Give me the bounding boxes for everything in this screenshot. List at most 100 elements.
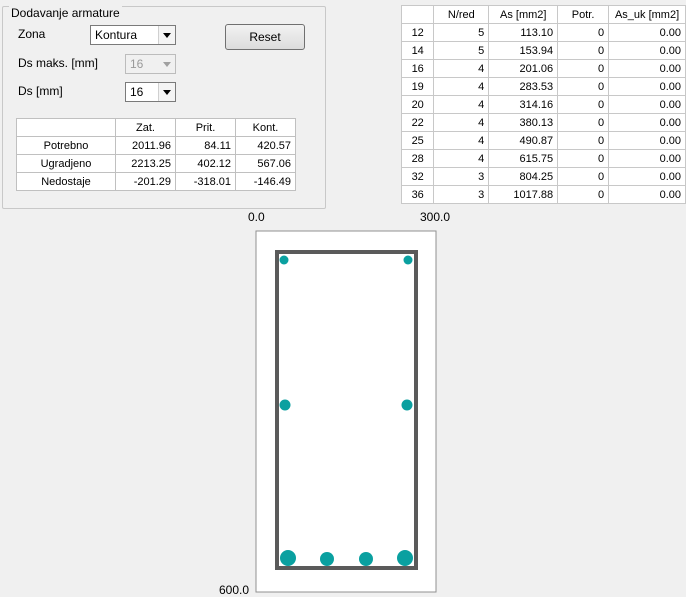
table-cell[interactable]: 84.11: [175, 136, 236, 155]
table-cell[interactable]: 4: [433, 59, 490, 78]
table-cell[interactable]: 490.87: [488, 131, 559, 150]
table-cell[interactable]: 0: [557, 167, 610, 186]
chevron-down-icon[interactable]: [158, 26, 175, 44]
table-cell[interactable]: 0: [557, 149, 610, 168]
bar-table: N/red As [mm2] Potr. As_uk [mm2] 12 5 113.…: [400, 5, 686, 204]
table-cell[interactable]: 402.12: [175, 154, 236, 173]
table-cell[interactable]: 380.13: [488, 113, 559, 132]
table-cell[interactable]: 0: [557, 113, 610, 132]
bar-header-potr: Potr.: [557, 5, 610, 24]
table-cell[interactable]: 4: [433, 113, 490, 132]
table-row[interactable]: 12 5 113.10 0 0.00: [400, 23, 686, 42]
table-cell[interactable]: 5: [433, 41, 490, 60]
table-row[interactable]: 28 4 615.75 0 0.00: [400, 149, 686, 168]
table-cell[interactable]: 0.00: [608, 167, 686, 186]
row-header: 32: [400, 167, 435, 186]
table-row[interactable]: Ugradjeno 2213.25 402.12 567.06: [16, 154, 296, 173]
row-header: 28: [400, 149, 435, 168]
table-cell[interactable]: 3: [433, 185, 490, 204]
rebar: [280, 550, 296, 566]
rebar: [403, 255, 413, 265]
concrete-section: [255, 230, 437, 593]
summary-header-zat: Zat.: [115, 118, 176, 137]
bar-header-as-uk: As_uk [mm2]: [608, 5, 686, 24]
table-cell[interactable]: 4: [433, 77, 490, 96]
table-cell[interactable]: 1017.88: [488, 185, 559, 204]
bar-header-row: N/red As [mm2] Potr. As_uk [mm2]: [400, 5, 686, 24]
table-cell[interactable]: -318.01: [175, 172, 236, 191]
table-cell[interactable]: 113.10: [488, 23, 559, 42]
zona-value: Kontura: [95, 28, 138, 42]
row-header: 25: [400, 131, 435, 150]
table-row[interactable]: 36 3 1017.88 0 0.00: [400, 185, 686, 204]
table-cell[interactable]: 0.00: [608, 23, 686, 42]
table-cell[interactable]: 0.00: [608, 131, 686, 150]
chevron-down-icon[interactable]: [158, 83, 175, 101]
table-cell[interactable]: 0.00: [608, 185, 686, 204]
row-header: Nedostaje: [16, 172, 116, 191]
table-cell[interactable]: 201.06: [488, 59, 559, 78]
table-cell[interactable]: 153.94: [488, 41, 559, 60]
table-cell[interactable]: 3: [433, 167, 490, 186]
table-row[interactable]: 19 4 283.53 0 0.00: [400, 77, 686, 96]
summary-header-prit: Prit.: [175, 118, 236, 137]
rebar: [279, 255, 289, 265]
table-row[interactable]: Nedostaje -201.29 -318.01 -146.49: [16, 172, 296, 191]
table-cell[interactable]: 0: [557, 23, 610, 42]
table-cell[interactable]: -201.29: [115, 172, 176, 191]
table-cell[interactable]: 0: [557, 95, 610, 114]
table-cell[interactable]: 2011.96: [115, 136, 176, 155]
table-cell[interactable]: 0.00: [608, 95, 686, 114]
rebar: [401, 399, 413, 411]
table-cell[interactable]: 0: [557, 131, 610, 150]
table-cell[interactable]: 0: [557, 185, 610, 204]
table-cell[interactable]: 0.00: [608, 41, 686, 60]
ds-value: 16: [130, 85, 144, 99]
table-row[interactable]: Potrebno 2011.96 84.11 420.57: [16, 136, 296, 155]
cross-section-drawing: [255, 230, 437, 593]
ds-label: Ds [mm]: [18, 84, 63, 98]
bar-header-corner: [400, 5, 435, 24]
table-cell[interactable]: 0.00: [608, 113, 686, 132]
table-cell[interactable]: 0.00: [608, 77, 686, 96]
row-header: 22: [400, 113, 435, 132]
row-header: 20: [400, 95, 435, 114]
table-cell[interactable]: 2213.25: [115, 154, 176, 173]
x-max-label: 300.0: [420, 210, 451, 224]
reset-button[interactable]: Reset: [225, 24, 305, 50]
table-cell[interactable]: 804.25: [488, 167, 559, 186]
table-cell[interactable]: -146.49: [235, 172, 296, 191]
table-cell[interactable]: 0: [557, 59, 610, 78]
table-cell[interactable]: 0.00: [608, 59, 686, 78]
table-row[interactable]: 20 4 314.16 0 0.00: [400, 95, 686, 114]
bar-header-n: N/red: [433, 5, 490, 24]
summary-header-kont: Kont.: [235, 118, 296, 137]
y-max-label: 600.0: [219, 583, 250, 597]
table-cell[interactable]: 420.57: [235, 136, 296, 155]
row-header: 12: [400, 23, 435, 42]
rebar: [397, 550, 413, 566]
table-cell[interactable]: 4: [433, 149, 490, 168]
table-cell[interactable]: 314.16: [488, 95, 559, 114]
rebar: [320, 552, 334, 566]
zona-select[interactable]: Kontura: [90, 25, 176, 45]
table-row[interactable]: 25 4 490.87 0 0.00: [400, 131, 686, 150]
table-row[interactable]: 14 5 153.94 0 0.00: [400, 41, 686, 60]
ds-maks-select: 16: [125, 54, 176, 74]
ds-select[interactable]: 16: [125, 82, 176, 102]
table-cell[interactable]: 4: [433, 95, 490, 114]
table-cell[interactable]: 567.06: [235, 154, 296, 173]
table-cell[interactable]: 615.75: [488, 149, 559, 168]
table-cell[interactable]: 4: [433, 131, 490, 150]
bar-header-as: As [mm2]: [488, 5, 559, 24]
table-cell[interactable]: 0: [557, 41, 610, 60]
table-row[interactable]: 22 4 380.13 0 0.00: [400, 113, 686, 132]
table-cell[interactable]: 0.00: [608, 149, 686, 168]
table-cell[interactable]: 0: [557, 77, 610, 96]
table-cell[interactable]: 283.53: [488, 77, 559, 96]
x-min-label: 0.0: [248, 210, 265, 224]
table-cell[interactable]: 5: [433, 23, 490, 42]
table-row[interactable]: 16 4 201.06 0 0.00: [400, 59, 686, 78]
table-row[interactable]: 32 3 804.25 0 0.00: [400, 167, 686, 186]
ds-maks-value: 16: [130, 57, 144, 71]
